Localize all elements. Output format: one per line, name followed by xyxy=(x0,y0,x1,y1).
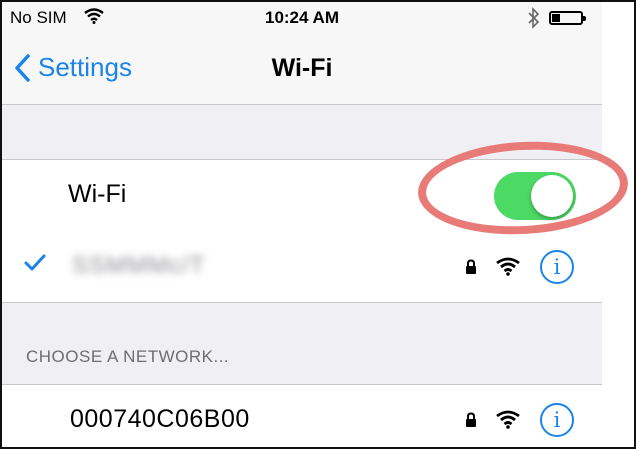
section-header: CHOOSE A NETWORK... xyxy=(26,347,230,366)
screenshot-frame: No SIM 10:24 AM Settings Wi-Fi Wi-Fi SSM… xyxy=(0,0,636,449)
lock-icon xyxy=(466,412,476,427)
battery-fill xyxy=(552,14,560,22)
wifi-toggle-label: Wi-Fi xyxy=(68,180,127,208)
lock-icon xyxy=(466,259,476,274)
right-gutter xyxy=(602,2,634,447)
status-bar: No SIM 10:24 AM xyxy=(2,2,602,34)
info-icon[interactable]: i xyxy=(540,403,574,437)
battery-icon xyxy=(549,11,586,25)
connected-network-row[interactable]: SSMMMc/T i xyxy=(2,232,602,303)
info-icon[interactable]: i xyxy=(540,250,574,284)
checkmark-icon xyxy=(24,254,46,271)
connected-network-name: SSMMMc/T xyxy=(72,252,206,279)
network-row[interactable]: 000740C06B00 i xyxy=(2,384,602,447)
page-title: Wi-Fi xyxy=(271,54,333,82)
bluetooth-icon xyxy=(528,7,540,29)
navigation-bar: Settings Wi-Fi xyxy=(2,34,602,105)
network-name: 000740C06B00 xyxy=(70,405,250,433)
wifi-signal-icon xyxy=(496,410,520,429)
status-time: 10:24 AM xyxy=(264,8,339,27)
wifi-signal-icon xyxy=(496,257,520,276)
